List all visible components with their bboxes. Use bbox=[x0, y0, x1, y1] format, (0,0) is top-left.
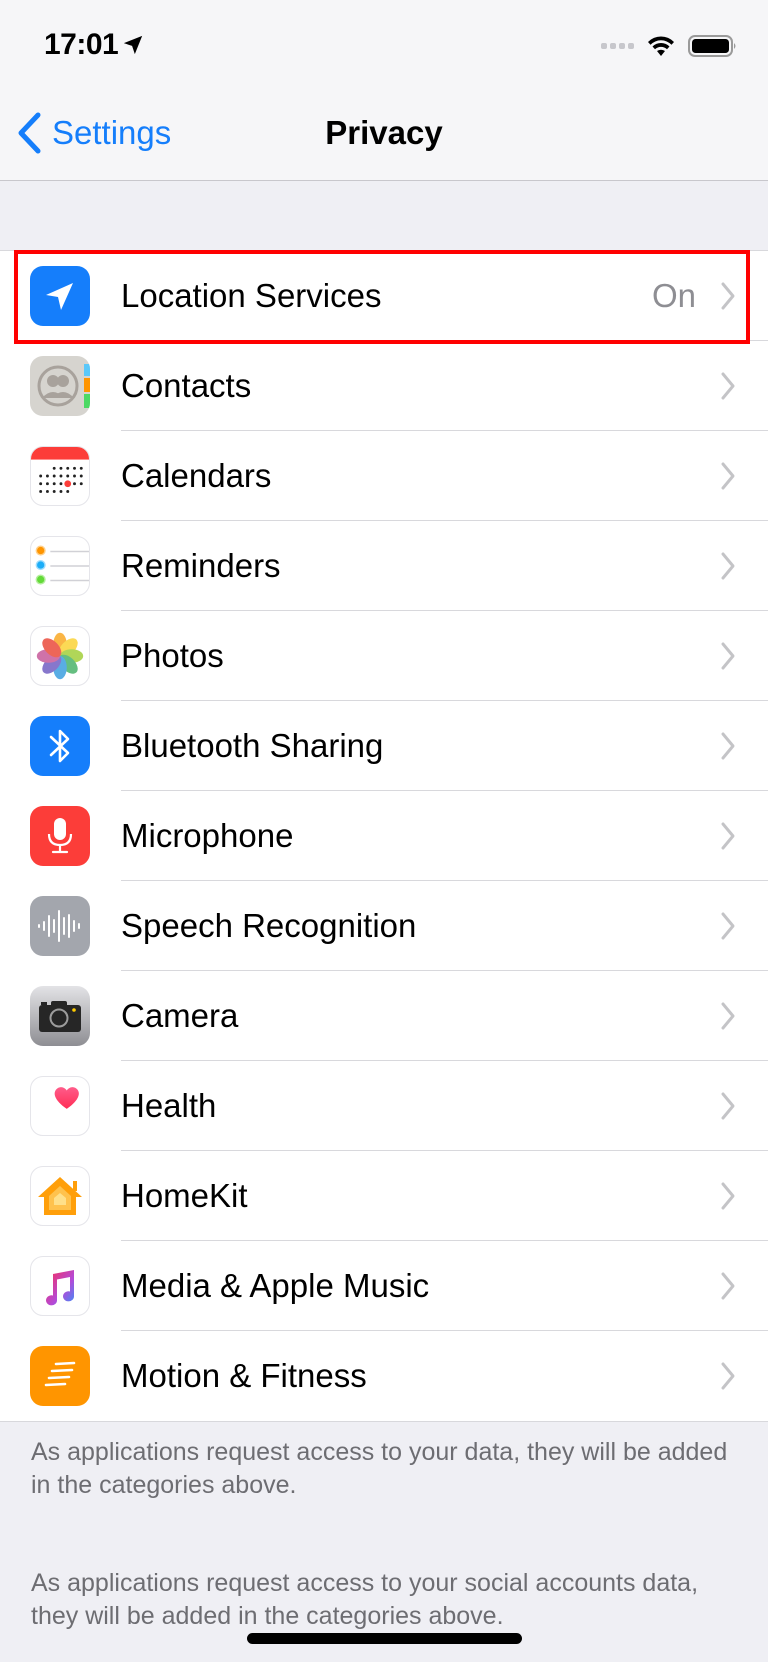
list-item-label: Bluetooth Sharing bbox=[121, 727, 384, 764]
footer-note-social: As applications request access to your s… bbox=[31, 1569, 699, 1630]
list-item-motion-fitness[interactable]: Motion & Fitness bbox=[0, 1331, 768, 1421]
list-item-health[interactable]: Health bbox=[0, 1061, 768, 1151]
list-item-speech-recognition[interactable]: Speech Recognition bbox=[0, 881, 768, 971]
list-item-label: Calendars bbox=[121, 457, 272, 494]
chevron-right-icon bbox=[721, 372, 735, 400]
list-item-label: Motion & Fitness bbox=[121, 1357, 367, 1394]
status-time-text: 17:01 bbox=[44, 28, 119, 61]
list-item-label: Camera bbox=[121, 997, 239, 1034]
chevron-right-icon bbox=[721, 642, 735, 670]
list-item-media-apple-music[interactable]: Media & Apple Music bbox=[0, 1241, 768, 1331]
chevron-right-icon bbox=[721, 1182, 735, 1210]
bluetooth-icon bbox=[30, 716, 90, 776]
battery-icon bbox=[688, 35, 736, 57]
contacts-icon bbox=[30, 356, 90, 416]
cellular-signal-icon bbox=[601, 43, 634, 49]
list-item-homekit[interactable]: HomeKit bbox=[0, 1151, 768, 1241]
health-icon bbox=[30, 1076, 90, 1136]
motion-fitness-icon bbox=[30, 1346, 90, 1406]
privacy-list: Location Services On Contacts Calendars … bbox=[0, 250, 768, 1422]
header: 17:01 Settings Privacy bbox=[0, 0, 768, 181]
chevron-right-icon bbox=[721, 1362, 735, 1390]
list-item-label: Contacts bbox=[121, 367, 252, 404]
chevron-right-icon bbox=[721, 732, 735, 760]
chevron-right-icon bbox=[721, 1272, 735, 1300]
status-time: 17:01 bbox=[44, 28, 144, 62]
footer-note-data: As applications request access to your d… bbox=[31, 1438, 728, 1499]
list-item-label: HomeKit bbox=[121, 1177, 248, 1214]
chevron-right-icon bbox=[721, 1002, 735, 1030]
reminders-icon bbox=[30, 536, 90, 596]
list-item-label: Photos bbox=[121, 637, 224, 674]
location-icon bbox=[30, 266, 90, 326]
list-item-label: Media & Apple Music bbox=[121, 1267, 430, 1304]
list-item-calendars[interactable]: Calendars bbox=[0, 431, 768, 521]
photos-icon bbox=[30, 626, 90, 686]
chevron-right-icon bbox=[721, 552, 735, 580]
wifi-icon bbox=[648, 36, 674, 56]
microphone-icon bbox=[30, 806, 90, 866]
list-item-label: Speech Recognition bbox=[121, 907, 417, 944]
chevron-right-icon bbox=[721, 1092, 735, 1120]
home-indicator[interactable] bbox=[247, 1633, 522, 1644]
status-indicators bbox=[601, 34, 738, 58]
list-item-label: Health bbox=[121, 1087, 217, 1124]
music-icon bbox=[30, 1256, 90, 1316]
list-item-reminders[interactable]: Reminders bbox=[0, 521, 768, 611]
list-item-photos[interactable]: Photos bbox=[0, 611, 768, 701]
list-item-value: On bbox=[651, 277, 696, 314]
page-title: Privacy bbox=[325, 114, 443, 151]
list-item-label: Location Services bbox=[121, 277, 382, 314]
list-item-location-services[interactable]: Location Services On bbox=[0, 251, 768, 341]
list-item-label: Reminders bbox=[121, 547, 281, 584]
chevron-right-icon bbox=[721, 912, 735, 940]
speech-recognition-icon bbox=[30, 896, 90, 956]
camera-icon bbox=[30, 986, 90, 1046]
homekit-icon bbox=[30, 1166, 90, 1226]
list-item-contacts[interactable]: Contacts bbox=[0, 341, 768, 431]
list-item-camera[interactable]: Camera bbox=[0, 971, 768, 1061]
list-item-label: Microphone bbox=[121, 817, 294, 854]
list-item-bluetooth-sharing[interactable]: Bluetooth Sharing bbox=[0, 701, 768, 791]
chevron-right-icon bbox=[721, 822, 735, 850]
location-arrow-icon bbox=[124, 35, 143, 55]
chevron-right-icon bbox=[721, 282, 735, 310]
list-item-microphone[interactable]: Microphone bbox=[0, 791, 768, 881]
chevron-right-icon bbox=[721, 462, 735, 490]
calendar-icon bbox=[30, 446, 90, 506]
